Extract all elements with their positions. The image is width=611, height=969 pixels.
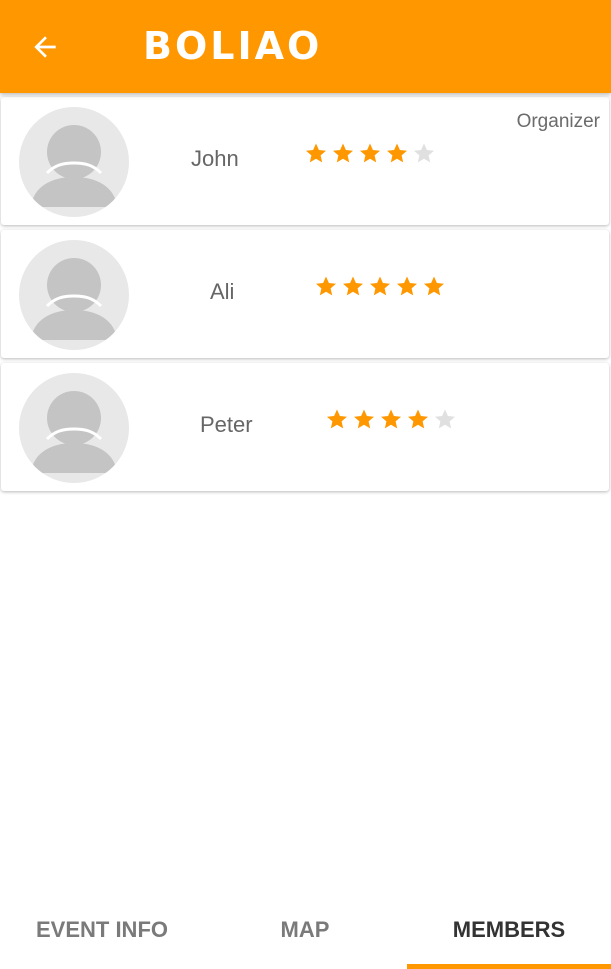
back-button[interactable] (22, 24, 68, 70)
person-placeholder-icon (31, 391, 117, 473)
member-rating (314, 274, 446, 298)
member-name: Peter (200, 412, 253, 437)
avatar (19, 240, 129, 350)
member-card[interactable]: Peter (1, 363, 609, 491)
app-bar: BOLIAO (0, 0, 611, 93)
app-root: BOLIAO John Organizer Ali Peter EVENT IN… (0, 0, 611, 969)
member-name: Ali (210, 279, 235, 304)
bottom-tab-bar: EVENT INFO MAP MEMBERS (0, 890, 611, 969)
member-card[interactable]: John Organizer (1, 97, 609, 225)
arrow-left-icon (34, 36, 56, 58)
star-filled-icon (306, 143, 326, 163)
star-filled-icon (381, 409, 401, 429)
member-rating (304, 141, 436, 165)
member-card[interactable]: Ali (1, 230, 609, 358)
star-filled-icon (408, 409, 428, 429)
person-placeholder-icon (31, 125, 117, 207)
star-filled-icon (333, 143, 353, 163)
star-filled-icon (387, 143, 407, 163)
member-name: John (191, 146, 239, 171)
star-empty-icon (414, 143, 434, 163)
organizer-badge: Organizer (516, 111, 600, 132)
tab-map[interactable]: MAP (203, 890, 407, 969)
avatar (19, 107, 129, 217)
star-filled-icon (360, 143, 380, 163)
person-placeholder-icon (31, 258, 117, 340)
star-filled-icon (397, 276, 417, 296)
star-empty-icon (435, 409, 455, 429)
star-filled-icon (370, 276, 390, 296)
star-filled-icon (327, 409, 347, 429)
star-filled-icon (354, 409, 374, 429)
star-filled-icon (316, 276, 336, 296)
app-logo-title: BOLIAO (143, 24, 323, 68)
member-rating (325, 407, 457, 431)
active-tab-indicator (407, 964, 611, 969)
avatar (19, 373, 129, 483)
star-filled-icon (343, 276, 363, 296)
tab-event-info[interactable]: EVENT INFO (0, 890, 204, 969)
star-filled-icon (424, 276, 444, 296)
tab-members[interactable]: MEMBERS (407, 890, 611, 969)
